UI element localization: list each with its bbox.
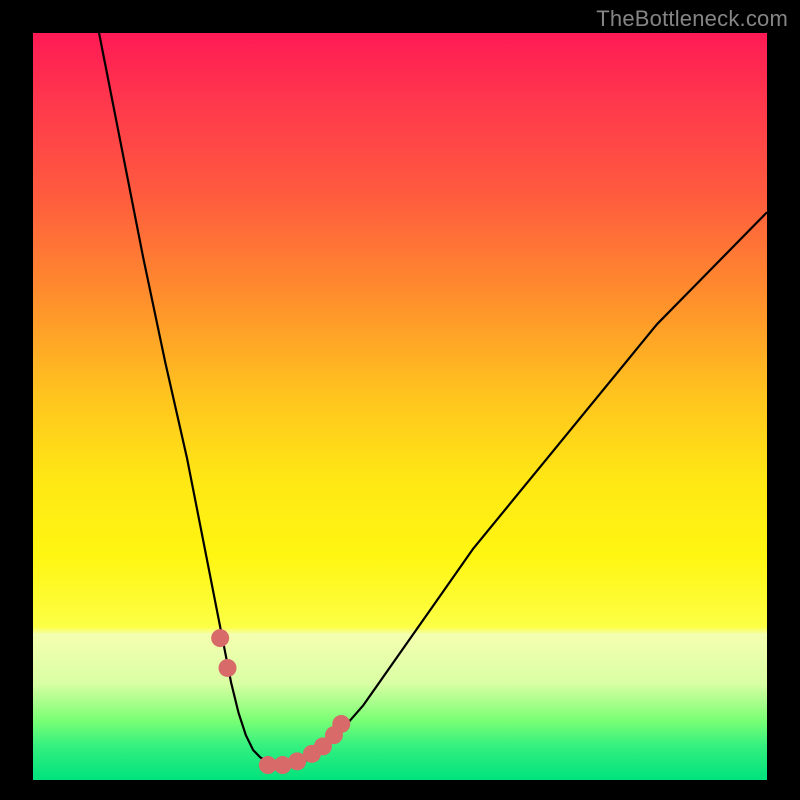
plot-area — [33, 33, 767, 780]
marker-dot — [332, 715, 350, 733]
chart-frame: TheBottleneck.com — [0, 0, 800, 800]
curve-layer — [99, 33, 767, 765]
marker-layer — [211, 629, 350, 774]
watermark-text: TheBottleneck.com — [596, 6, 788, 32]
marker-dot — [219, 659, 237, 677]
bottleneck-curve — [99, 33, 767, 765]
chart-svg — [33, 33, 767, 780]
marker-dot — [211, 629, 229, 647]
